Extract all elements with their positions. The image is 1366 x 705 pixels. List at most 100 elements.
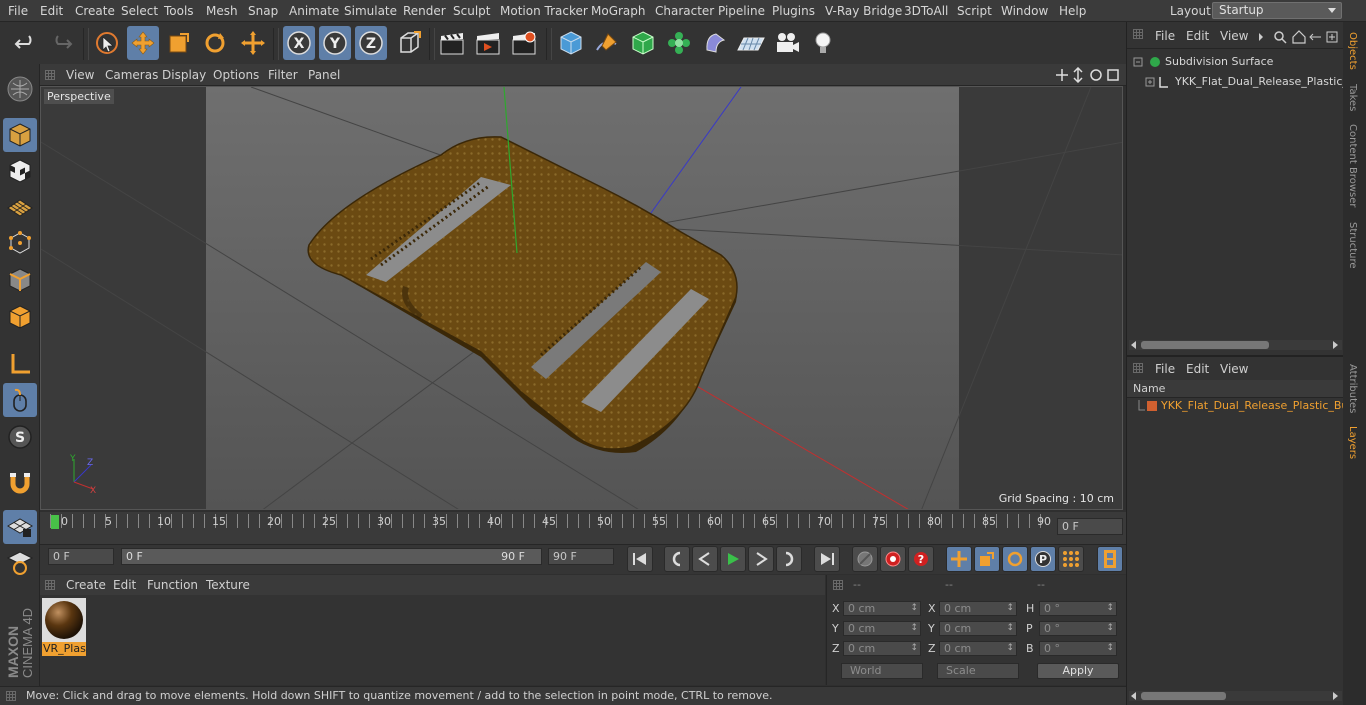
object-row-buckle[interactable]: YKK_Flat_Dual_Release_Plastic_Bu <box>1145 74 1344 90</box>
make-editable-button[interactable] <box>3 72 37 106</box>
rot-b-field[interactable]: 0 ° <box>1039 641 1117 656</box>
move-tool-button[interactable] <box>127 26 159 60</box>
light-button[interactable] <box>807 26 839 60</box>
timeline-window-button[interactable] <box>1097 546 1123 572</box>
autokey-button[interactable] <box>880 546 906 572</box>
z-axis-button[interactable]: Z <box>355 26 387 60</box>
menu-file[interactable]: File <box>8 4 28 18</box>
solo-button[interactable]: S <box>3 420 37 454</box>
menu-create[interactable]: Create <box>75 4 115 18</box>
vp-menu-display[interactable]: Display <box>162 68 206 82</box>
panel-grip[interactable] <box>6 691 16 701</box>
perspective-viewport[interactable]: Y Z X Perspective Grid Spacing : 10 cm <box>40 86 1123 510</box>
size-z-field[interactable]: 0 cm <box>939 641 1017 656</box>
tab-attributes[interactable]: Attributes <box>1347 364 1358 413</box>
mat-menu-texture[interactable]: Texture <box>206 578 250 592</box>
go-to-start-button[interactable] <box>627 546 653 572</box>
menu-3dtoall[interactable]: 3DToAll <box>904 4 948 18</box>
obj-menu-edit[interactable]: Edit <box>1186 29 1209 43</box>
pos-x-field[interactable]: 0 cm <box>843 601 921 616</box>
scroll-thumb[interactable] <box>1141 692 1226 700</box>
snap-button[interactable] <box>3 466 37 500</box>
panel-grip[interactable] <box>833 580 843 590</box>
locked-workplane-button[interactable] <box>3 546 37 580</box>
recent-tool-button[interactable] <box>237 26 269 60</box>
tweak-mode-button[interactable] <box>3 383 37 417</box>
rotate-tool-button[interactable] <box>199 26 231 60</box>
menu-plugins[interactable]: Plugins <box>772 4 815 18</box>
subdivision-button[interactable] <box>627 26 659 60</box>
obj-menu-file[interactable]: File <box>1155 29 1175 43</box>
cube-primitive-button[interactable] <box>555 26 587 60</box>
tab-takes[interactable]: Takes <box>1347 84 1358 111</box>
menu-help[interactable]: Help <box>1059 4 1086 18</box>
model-mode-button[interactable] <box>3 118 37 152</box>
polygons-mode-button[interactable] <box>3 300 37 334</box>
objects-toolbar-icons[interactable] <box>1257 30 1343 44</box>
play-button[interactable] <box>720 546 746 572</box>
menu-character[interactable]: Character <box>655 4 714 18</box>
key-pla-button[interactable] <box>1058 546 1084 572</box>
edges-mode-button[interactable] <box>3 263 37 297</box>
tab-structure[interactable]: Structure <box>1347 222 1358 269</box>
tab-content-browser[interactable]: Content Browser <box>1347 124 1358 207</box>
panel-grip[interactable] <box>45 580 55 590</box>
floor-button[interactable] <box>735 26 767 60</box>
menu-snap[interactable]: Snap <box>248 4 278 18</box>
key-rotation-button[interactable] <box>1002 546 1028 572</box>
menu-pipeline[interactable]: Pipeline <box>718 4 765 18</box>
mograph-cloner-button[interactable] <box>663 26 695 60</box>
pos-z-field[interactable]: 0 cm <box>843 641 921 656</box>
previous-frame-button[interactable] <box>692 546 718 572</box>
previous-key-button[interactable] <box>664 546 690 572</box>
menu-script[interactable]: Script <box>957 4 992 18</box>
vp-menu-panel[interactable]: Panel <box>308 68 340 82</box>
texture-mode-button[interactable] <box>3 154 37 188</box>
menu-mograph[interactable]: MoGraph <box>591 4 646 18</box>
panel-grip[interactable] <box>45 70 55 80</box>
size-x-field[interactable]: 0 cm <box>939 601 1017 616</box>
menu-render[interactable]: Render <box>403 4 446 18</box>
layout-select[interactable]: Startup <box>1212 2 1342 19</box>
menu-edit[interactable]: Edit <box>40 4 63 18</box>
go-to-end-button[interactable] <box>814 546 840 572</box>
workplane-lock-button[interactable] <box>3 510 37 544</box>
coord-mode-select[interactable]: Scale <box>937 663 1019 679</box>
viewport-nav-icons[interactable] <box>1056 67 1120 83</box>
objects-horizontal-scrollbar[interactable] <box>1129 340 1342 350</box>
end-frame-field[interactable]: 90 F <box>548 548 614 565</box>
menu-tools[interactable]: Tools <box>164 4 194 18</box>
y-axis-button[interactable]: Y <box>319 26 351 60</box>
x-axis-button[interactable]: X <box>283 26 315 60</box>
live-selection-button[interactable] <box>91 26 123 60</box>
undo-button[interactable] <box>10 26 42 60</box>
mat-menu-edit[interactable]: Edit <box>113 578 136 592</box>
object-row-subdivision[interactable]: Subdivision Surface <box>1133 54 1338 70</box>
pen-spline-button[interactable] <box>591 26 623 60</box>
render-settings-button[interactable] <box>508 26 540 60</box>
mat-menu-function[interactable]: Function <box>147 578 198 592</box>
layer-menu-edit[interactable]: Edit <box>1186 362 1209 376</box>
mat-menu-create[interactable]: Create <box>66 578 106 592</box>
deformer-button[interactable] <box>699 26 731 60</box>
camera-button[interactable] <box>771 26 803 60</box>
timeline-ruler[interactable]: 0 5 10 15 20 25 30 35 40 45 50 55 60 65 … <box>40 512 1126 544</box>
scale-tool-button[interactable] <box>163 26 195 60</box>
layer-menu-file[interactable]: File <box>1155 362 1175 376</box>
rot-p-field[interactable]: 0 ° <box>1039 621 1117 636</box>
menu-sculpt[interactable]: Sculpt <box>453 4 490 18</box>
vp-menu-cameras[interactable]: Cameras <box>105 68 158 82</box>
menu-select[interactable]: Select <box>121 4 158 18</box>
frame-range-slider[interactable]: 0 F 90 F <box>121 548 542 565</box>
coord-system-select[interactable]: World <box>841 663 923 679</box>
menu-window[interactable]: Window <box>1001 4 1048 18</box>
points-mode-button[interactable] <box>3 226 37 260</box>
panel-grip[interactable] <box>1133 363 1143 373</box>
next-key-button[interactable] <box>776 546 802 572</box>
render-picture-viewer-button[interactable] <box>472 26 504 60</box>
key-position-button[interactable] <box>946 546 972 572</box>
current-frame-field[interactable]: 0 F <box>1057 518 1123 535</box>
panel-grip[interactable] <box>1133 29 1143 39</box>
redo-button[interactable] <box>45 26 77 60</box>
vp-menu-options[interactable]: Options <box>213 68 259 82</box>
